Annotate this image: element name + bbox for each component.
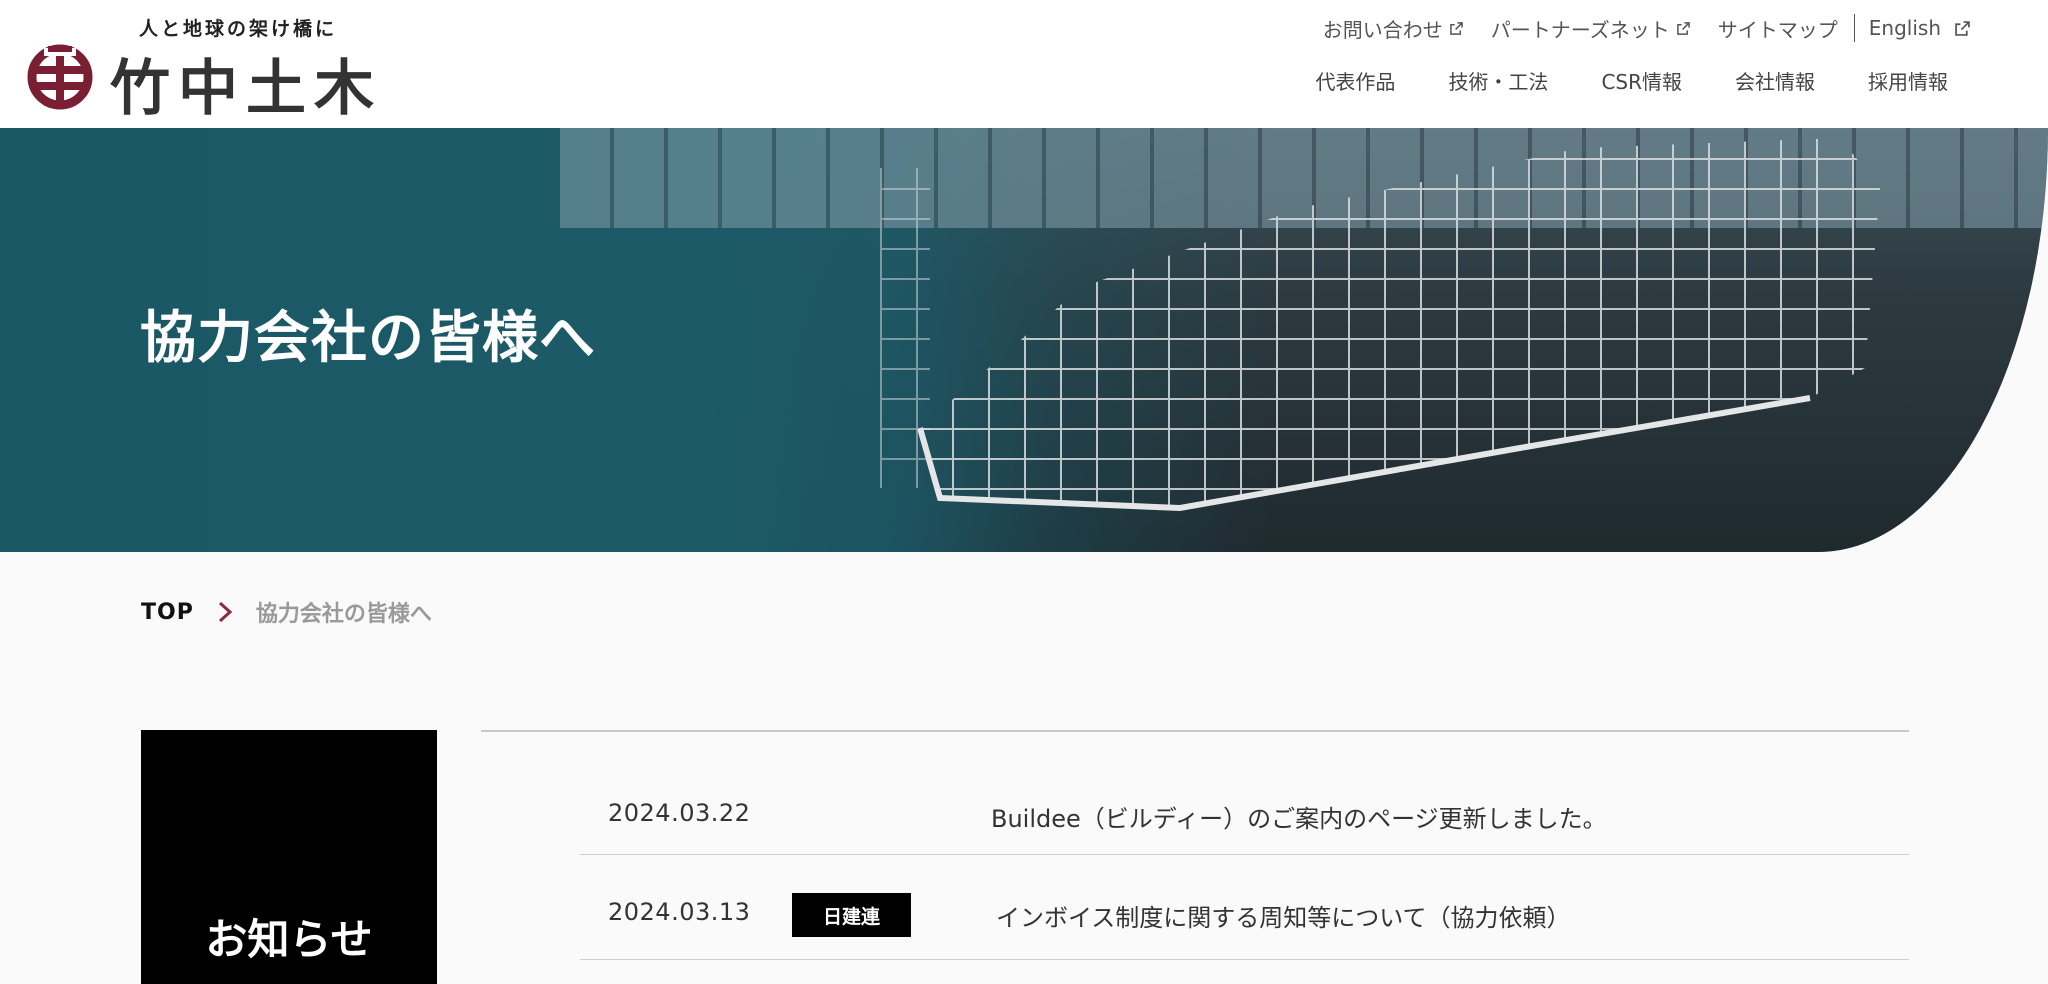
breadcrumb-top-link[interactable]: TOP: [141, 600, 194, 625]
company-emblem-icon: [27, 44, 93, 110]
partners-net-link-label: パートナーズネット: [1490, 17, 1670, 42]
breadcrumb: TOP 協力会社の皆様へ: [141, 596, 432, 628]
sitemap-link[interactable]: サイトマップ: [1718, 14, 1838, 43]
nav-item-csr[interactable]: CSR情報: [1601, 66, 1682, 95]
contact-link-label: お問い合わせ: [1322, 17, 1443, 42]
logo-tagline: 人と地球の架け橋に: [139, 18, 338, 40]
news-item[interactable]: 2024.03.22 Buildee（ビルディー）のご案内のページ更新しました。: [580, 755, 1909, 855]
english-link-label: English: [1868, 16, 1941, 40]
nav-item-recruit[interactable]: 採用情報: [1868, 66, 1948, 95]
news-date: 2024.03.22: [608, 799, 751, 827]
main-nav: 代表作品 技術・工法 CSR情報 会社情報 採用情報: [1315, 66, 1948, 95]
english-link[interactable]: English: [1869, 16, 1970, 40]
company-name: 竹中土木: [110, 54, 382, 124]
breadcrumb-current: 協力会社の皆様へ: [255, 602, 432, 627]
chevron-right-icon: [218, 601, 233, 623]
news-item[interactable]: 2024.03.13 日建連 インボイス制度に関する周知等について（協力依頼）: [580, 855, 1909, 960]
contact-link[interactable]: お問い合わせ: [1323, 14, 1463, 43]
external-link-icon: [1676, 21, 1690, 35]
site-header: 人と地球の架け橋に 竹中土木 お問い合わせ パートナーズネット サイトマップ E…: [0, 0, 2048, 128]
news-title: Buildee（ビルディー）のご案内のページ更新しました。: [991, 805, 1607, 833]
notices-heading: お知らせ: [205, 915, 373, 964]
external-link-icon: [1955, 20, 1970, 36]
hero-banner: 協力会社の皆様へ: [0, 128, 2048, 552]
site-logo[interactable]: 人と地球の架け橋に 竹中土木: [26, 14, 374, 124]
news-date: 2024.03.13: [608, 898, 751, 926]
nav-item-works[interactable]: 代表作品: [1315, 66, 1395, 95]
news-category-badge: 日建連: [792, 893, 911, 937]
nav-item-technology[interactable]: 技術・工法: [1448, 66, 1548, 95]
page-title: 協力会社の皆様へ: [140, 306, 596, 371]
partners-net-link[interactable]: パートナーズネット: [1491, 14, 1690, 43]
news-divider: [481, 730, 1909, 732]
sitemap-link-label: サイトマップ: [1717, 17, 1838, 42]
news-title: インボイス制度に関する周知等について（協力依頼）: [996, 904, 1571, 932]
utility-nav: お問い合わせ パートナーズネット サイトマップ English: [1323, 12, 1970, 44]
external-link-icon: [1449, 21, 1463, 35]
hero-sculpture-image: [880, 138, 1880, 512]
nav-divider: [1853, 14, 1855, 42]
nav-item-company[interactable]: 会社情報: [1735, 66, 1815, 95]
notices-heading-box: お知らせ: [141, 730, 437, 984]
